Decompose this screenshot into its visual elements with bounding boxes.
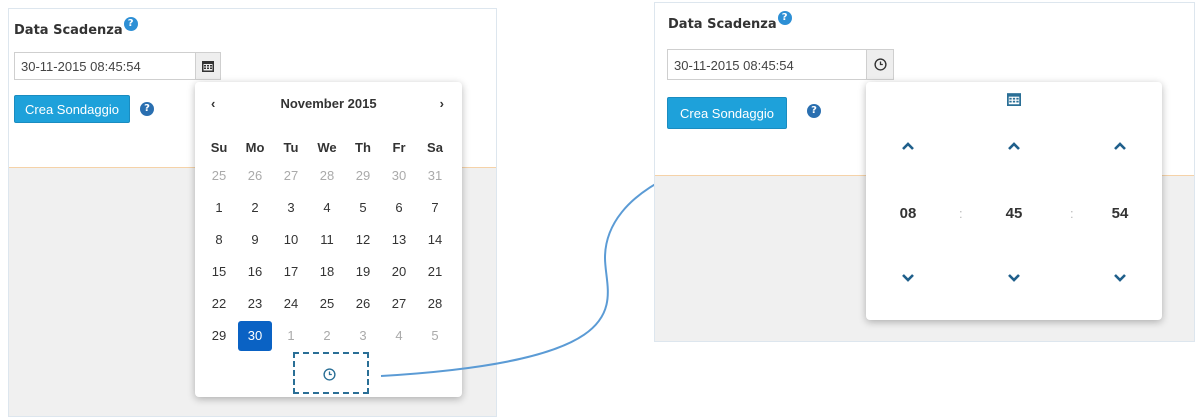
help-icon[interactable]: ? bbox=[807, 104, 821, 118]
date-input[interactable]: 30-11-2015 08:45:54 bbox=[667, 49, 867, 80]
help-icon[interactable]: ? bbox=[777, 11, 792, 25]
chevron-down-icon bbox=[1008, 273, 1020, 282]
decrement-minutes-button[interactable] bbox=[1004, 270, 1024, 284]
increment-hours-button[interactable] bbox=[898, 139, 918, 153]
field-label: Data Scadenza? bbox=[668, 11, 792, 32]
clock-toggle-button[interactable] bbox=[866, 49, 894, 80]
increment-seconds-button[interactable] bbox=[1110, 139, 1130, 153]
calendar-icon bbox=[1007, 93, 1021, 106]
chevron-down-icon bbox=[1114, 273, 1126, 282]
decrement-hours-button[interactable] bbox=[898, 270, 918, 284]
decrement-seconds-button[interactable] bbox=[1110, 270, 1130, 284]
chevron-up-icon bbox=[1114, 141, 1126, 150]
increment-minutes-button[interactable] bbox=[1004, 139, 1024, 153]
switch-to-date-button[interactable] bbox=[1006, 91, 1022, 107]
chevron-up-icon bbox=[1008, 141, 1020, 150]
seconds-value[interactable]: 54 bbox=[1100, 205, 1140, 222]
clock-icon bbox=[873, 58, 887, 71]
crea-sondaggio-button[interactable]: Crea Sondaggio bbox=[667, 97, 787, 129]
timepicker-popup: 08 : 45 : 54 bbox=[866, 82, 1162, 320]
hours-value[interactable]: 08 bbox=[888, 205, 928, 222]
field-label-text: Data Scadenza bbox=[668, 17, 777, 32]
minutes-value[interactable]: 45 bbox=[994, 205, 1034, 222]
chevron-up-icon bbox=[902, 141, 914, 150]
time-separator: : bbox=[1070, 206, 1074, 221]
time-separator: : bbox=[959, 206, 963, 221]
chevron-down-icon bbox=[902, 273, 914, 282]
